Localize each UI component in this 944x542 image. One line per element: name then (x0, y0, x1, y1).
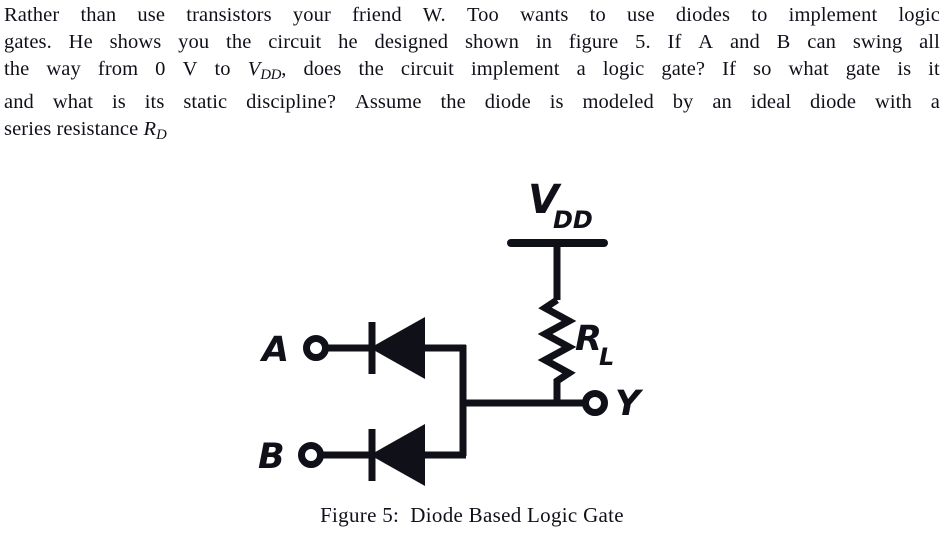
inline-math-rd: RD (143, 118, 167, 144)
problem-statement: Rather than use transistors your friend W. Too w… (4, 2, 940, 149)
circuit-schematic: A B Y V DD R L (258, 177, 644, 486)
figure-caption-label: Figure 5: (320, 503, 400, 527)
label-supply-subscript: DD (553, 206, 593, 234)
load-resistor-zigzag (537, 297, 577, 403)
terminal-a-node[interactable] (303, 335, 329, 361)
problem-line-5: series resistance RD (4, 118, 167, 144)
figure-caption: Figure 5: Diode Based Logic Gate (0, 503, 944, 528)
problem-line-1: Rather than use transistors your friend W. Too w… (4, 4, 940, 26)
problem-line-2: gates. He shows you the circuit he designed show… (4, 31, 940, 53)
figure-diode-logic-gate: A B Y V DD R L (0, 165, 944, 490)
label-output-y: Y (615, 384, 644, 424)
label-input-a: A (259, 330, 289, 370)
terminal-y-node[interactable] (582, 390, 608, 416)
inline-math-vdd: VDD (247, 58, 282, 84)
label-input-b: B (258, 437, 285, 477)
label-resistor-base: R (575, 319, 602, 359)
problem-line-3: the way from 0 Vto VDD, does the circuit implemen… (4, 58, 940, 84)
problem-line-4: and what is its static discipline? Assume the di… (4, 91, 940, 114)
label-resistor-subscript: L (599, 343, 614, 371)
diode-b-triangle (370, 424, 425, 486)
figure-caption-title: Diode Based Logic Gate (410, 503, 624, 527)
terminal-b-node[interactable] (298, 442, 324, 468)
diode-a-triangle (370, 317, 425, 379)
